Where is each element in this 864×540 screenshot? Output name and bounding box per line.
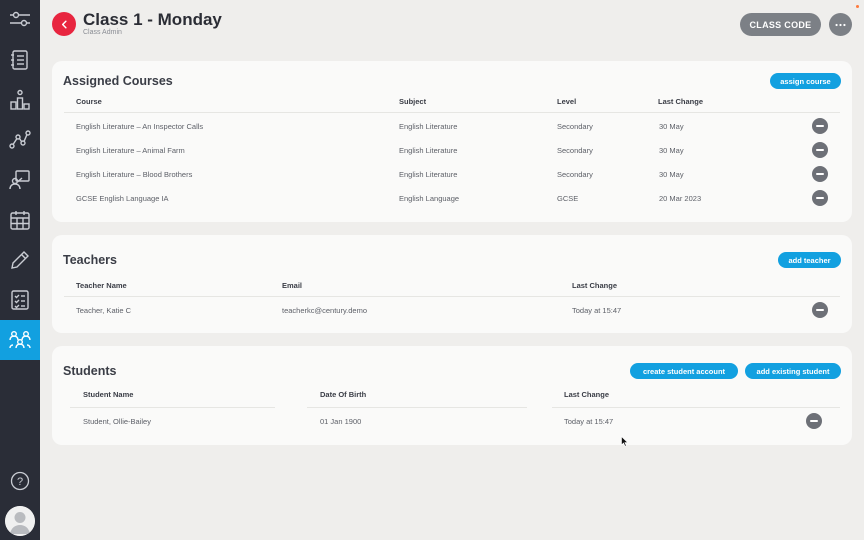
header-divider (307, 407, 527, 408)
chart-person-icon (10, 89, 30, 110)
add-teacher-button[interactable]: add teacher (778, 252, 841, 268)
sidebar-item-presentation[interactable] (0, 160, 40, 200)
sidebar-item-classes[interactable] (0, 320, 40, 360)
avatar[interactable] (5, 506, 35, 536)
sidebar: ? (0, 0, 40, 540)
course-level: Secondary (557, 146, 593, 155)
course-subject: English Literature (399, 122, 458, 131)
pathway-icon (9, 130, 31, 149)
header-divider (64, 296, 840, 297)
students-title: Students (63, 364, 117, 378)
mouse-cursor-icon (621, 436, 629, 447)
header-divider (70, 407, 275, 408)
column-header: Email (282, 281, 303, 290)
notification-dot (856, 5, 859, 8)
sidebar-item-notebook[interactable] (0, 40, 40, 80)
course-last-change: 20 Mar 2023 (659, 194, 702, 203)
student-last-change: Today at 15:47 (564, 417, 614, 426)
teachers-card: Teachers add teacher Teacher Name Email … (52, 235, 852, 333)
column-header: Date Of Birth (320, 390, 367, 399)
remove-course-button[interactable] (812, 142, 828, 158)
user-avatar-icon (5, 506, 35, 536)
column-header: Last Change (564, 390, 610, 399)
remove-teacher-button[interactable] (812, 302, 828, 318)
column-header: Teacher Name (76, 281, 127, 290)
assigned-courses-title: Assigned Courses (63, 74, 173, 88)
teacher-last-change: Today at 15:47 (572, 306, 622, 315)
course-subject: English Literature (399, 170, 458, 179)
header-divider (64, 112, 840, 113)
teacher-email: teacherkc@century.demo (282, 306, 368, 315)
checklist-icon (11, 290, 29, 310)
course-last-change: 30 May (659, 122, 684, 131)
remove-student-button[interactable] (806, 413, 822, 429)
more-options-button[interactable] (829, 13, 852, 36)
column-header: Level (557, 97, 577, 106)
course-level: Secondary (557, 170, 593, 179)
header-divider (552, 407, 840, 408)
notebook-icon (11, 50, 28, 70)
column-header: Subject (399, 97, 427, 106)
calendar-icon (10, 211, 30, 230)
chevron-left-icon (61, 20, 67, 28)
course-level: GCSE (557, 194, 579, 203)
student-dob: 01 Jan 1900 (320, 417, 362, 426)
column-header: Course (76, 97, 102, 106)
create-student-account-button[interactable]: create student account (630, 363, 738, 379)
column-header: Last Change (572, 281, 618, 290)
column-header: Last Change (658, 97, 704, 106)
group-icon (9, 331, 31, 349)
page-subtitle: Class Admin (83, 29, 122, 36)
sidebar-item-analytics[interactable] (0, 80, 40, 120)
course-level: Secondary (557, 122, 593, 131)
course-subject: English Language (399, 194, 460, 203)
column-header: Student Name (83, 390, 134, 399)
pencil-icon (11, 251, 29, 269)
sidebar-item-pencil[interactable] (0, 240, 40, 280)
teacher-name: Teacher, Katie C (76, 306, 132, 315)
sliders-icon (10, 11, 30, 27)
add-existing-student-button[interactable]: add existing student (745, 363, 841, 379)
course-name: English Literature – An Inspector Calls (76, 122, 204, 131)
remove-course-button[interactable] (812, 166, 828, 182)
course-subject: English Literature (399, 146, 458, 155)
sidebar-item-calendar[interactable] (0, 200, 40, 240)
sidebar-item-checklist[interactable] (0, 280, 40, 320)
svg-text:?: ? (17, 476, 23, 488)
back-button[interactable] (52, 12, 76, 36)
course-last-change: 30 May (659, 170, 684, 179)
course-name: English Literature – Animal Farm (76, 146, 185, 155)
remove-course-button[interactable] (812, 118, 828, 134)
sidebar-item-pathways[interactable] (0, 120, 40, 160)
page-title: Class 1 - Monday (83, 10, 222, 29)
remove-course-button[interactable] (812, 190, 828, 206)
teachers-title: Teachers (63, 253, 117, 267)
course-name: GCSE English Language IA (76, 194, 169, 203)
course-last-change: 30 May (659, 146, 684, 155)
more-dots-icon (835, 23, 846, 26)
help-icon: ? (10, 471, 30, 491)
class-code-button[interactable]: CLASS CODE (740, 13, 821, 36)
help-button[interactable]: ? (10, 471, 30, 491)
student-name: Student, Ollie-Bailey (83, 417, 151, 426)
students-card: Students create student account add exis… (52, 346, 852, 445)
course-name: English Literature – Blood Brothers (76, 170, 193, 179)
sidebar-item-sliders[interactable] (0, 0, 40, 40)
assigned-courses-card: Assigned Courses assign course Course Su… (52, 61, 852, 222)
presentation-icon (9, 170, 30, 190)
assign-course-button[interactable]: assign course (770, 73, 841, 89)
